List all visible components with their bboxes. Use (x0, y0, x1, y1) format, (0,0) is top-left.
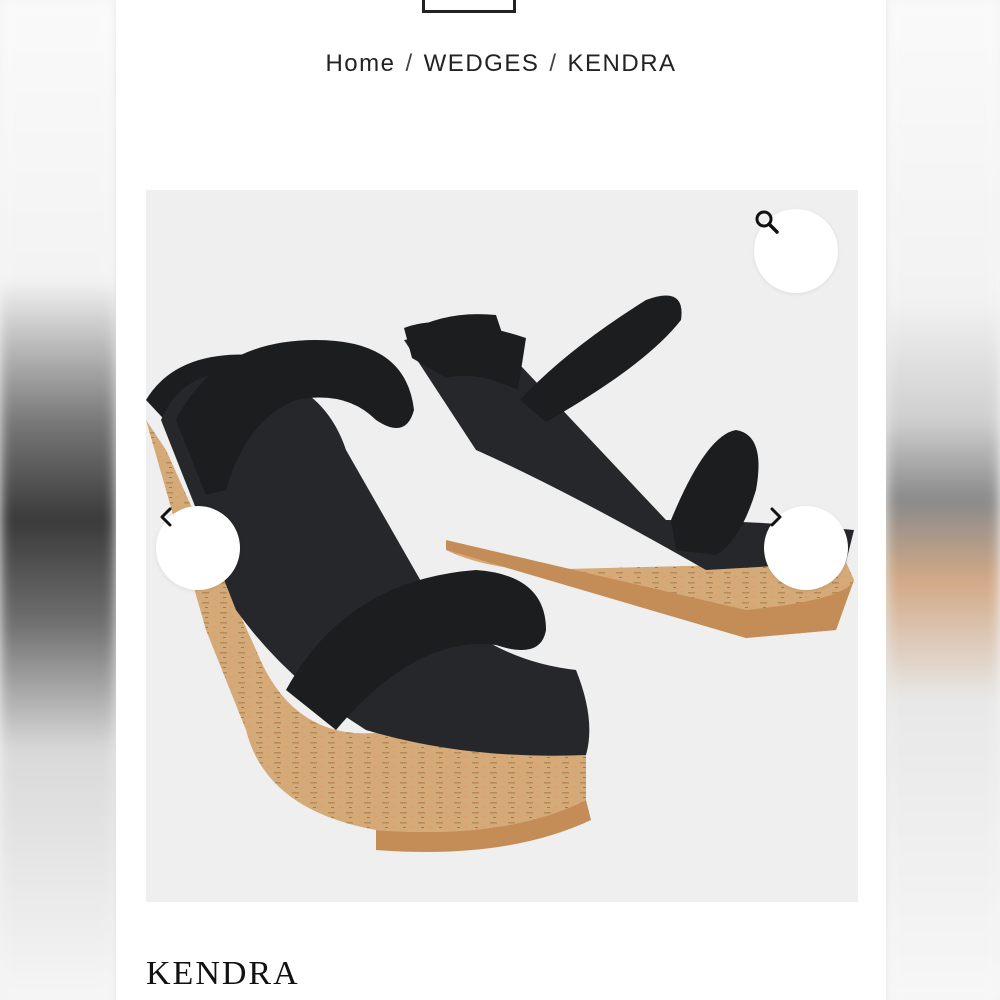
breadcrumb-category[interactable]: WEDGES (424, 50, 540, 77)
next-image-button[interactable] (764, 506, 848, 590)
site-logo[interactable] (422, 0, 516, 13)
breadcrumb-current: KENDRA (567, 50, 677, 77)
search-icon (755, 210, 779, 234)
product-image (146, 295, 854, 852)
product-image-gallery[interactable] (146, 190, 858, 902)
breadcrumb-separator: / (549, 50, 558, 77)
prev-image-button[interactable] (156, 506, 240, 590)
zoom-button[interactable] (754, 209, 838, 293)
product-title: KENDRA (146, 955, 300, 992)
chevron-right-icon (770, 507, 782, 527)
breadcrumb: Home / WEDGES / KENDRA (116, 50, 886, 78)
breadcrumb-separator: / (405, 50, 414, 77)
backdrop-right (886, 0, 1000, 1000)
product-page: Home / WEDGES / KENDRA KENDRA (116, 0, 886, 1000)
chevron-left-icon (160, 507, 172, 527)
breadcrumb-home[interactable]: Home (325, 50, 395, 77)
backdrop-left (0, 0, 116, 1000)
